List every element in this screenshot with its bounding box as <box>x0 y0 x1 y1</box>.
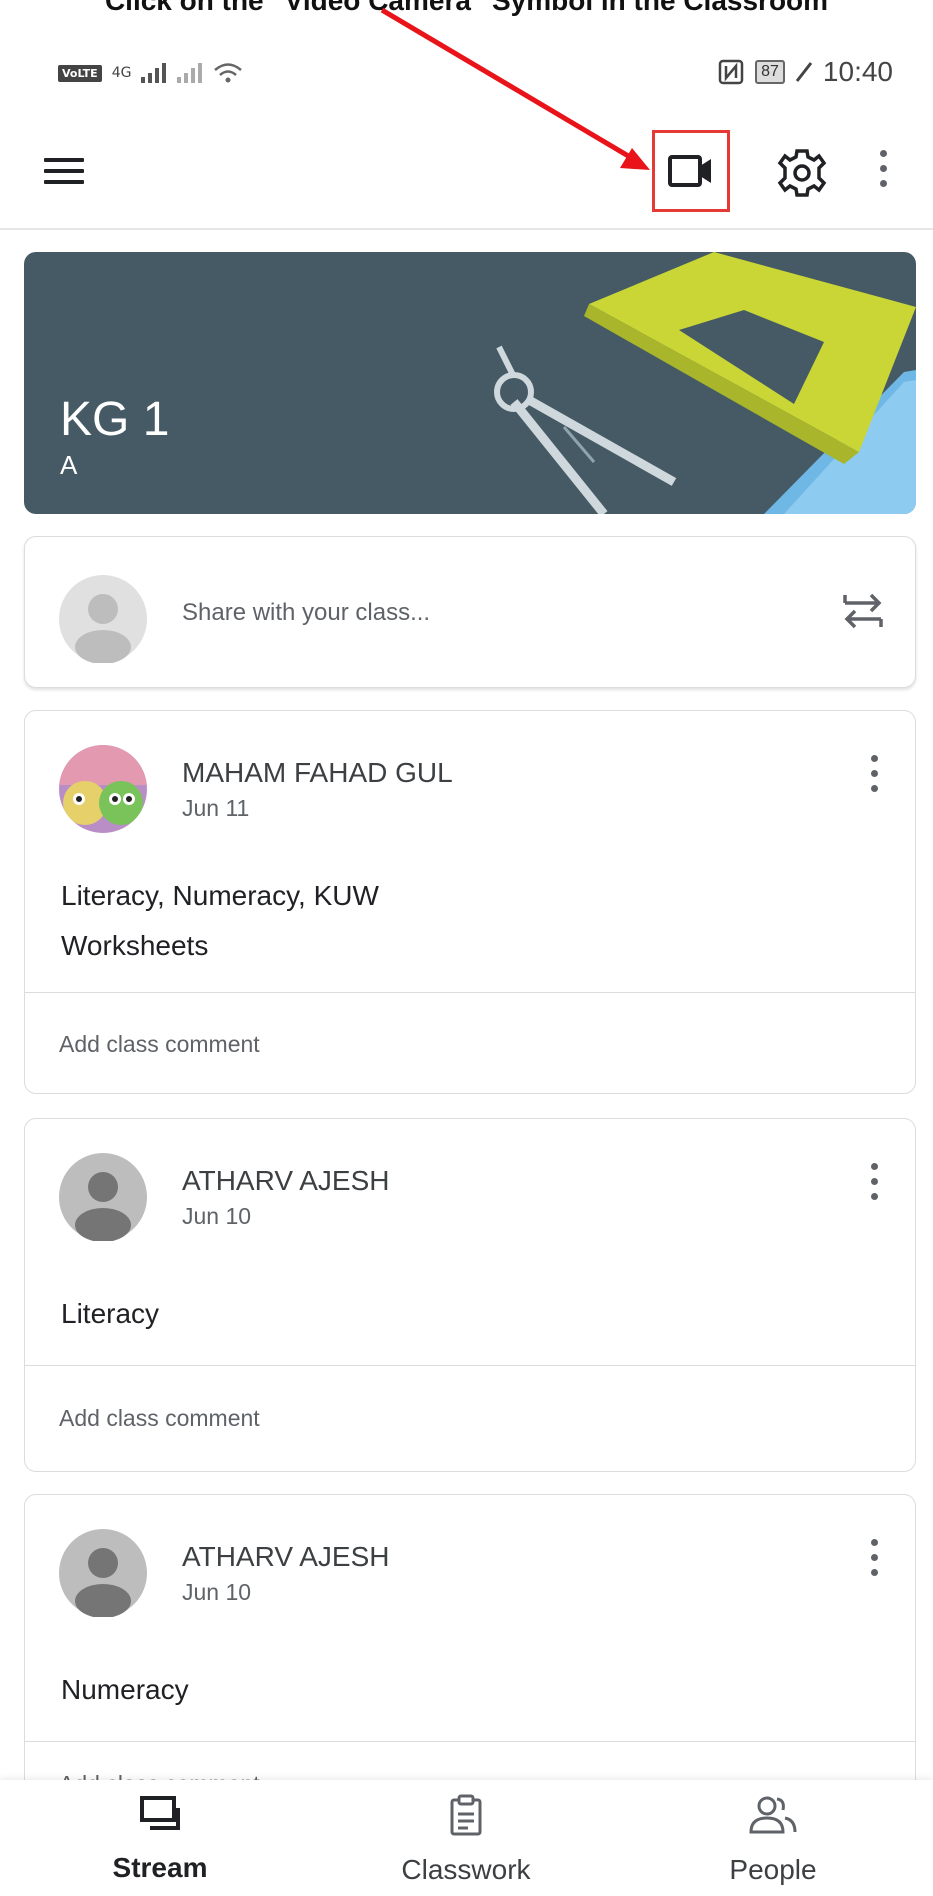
share-with-class-box[interactable]: Share with your class... <box>24 536 916 688</box>
post-body[interactable]: Numeracy <box>61 1665 189 1715</box>
charging-leaf-icon <box>795 62 813 82</box>
repost-icon[interactable] <box>839 585 887 637</box>
instruction-caption: Click on the "Video Camera" Symbol in th… <box>0 0 933 22</box>
volte-badge: VoLTE <box>58 64 102 82</box>
divider <box>25 992 915 993</box>
post-more-options-icon[interactable] <box>867 755 881 801</box>
battery-indicator: 87 <box>755 60 785 84</box>
author-avatar <box>59 1529 147 1617</box>
share-placeholder: Share with your class... <box>182 599 431 626</box>
settings-button[interactable] <box>775 146 829 200</box>
nav-label: People <box>729 1854 817 1885</box>
post-body[interactable]: Literacy <box>61 1289 159 1339</box>
stream-post: MAHAM FAHAD GUL Jun 11 Literacy, Numerac… <box>24 710 916 1094</box>
instruction-caption-text: Click on the "Video Camera" Symbol in th… <box>104 0 829 16</box>
stream-icon <box>140 1796 180 1830</box>
geometry-tools-illustration <box>494 252 916 514</box>
status-bar: VoLTE 4G 87 10:40 <box>0 52 933 98</box>
post-body-line: Numeracy <box>61 1674 189 1705</box>
hamburger-menu-icon[interactable] <box>44 158 84 186</box>
post-date: Jun 10 <box>182 1203 252 1229</box>
post-more-options-icon[interactable] <box>867 1539 881 1585</box>
signal-icon <box>141 63 167 83</box>
post-body[interactable]: Literacy, Numeracy, KUW Worksheets <box>61 871 379 971</box>
post-date: Jun 11 <box>182 795 250 821</box>
clock-time: 10:40 <box>822 56 893 87</box>
nav-classwork[interactable]: Classwork <box>346 1780 586 1896</box>
user-avatar-icon <box>59 575 147 663</box>
video-camera-icon <box>668 155 711 187</box>
author-avatar <box>59 745 147 833</box>
divider <box>25 1365 915 1366</box>
bottom-navigation: Stream Classwork People <box>0 1780 933 1896</box>
people-icon <box>749 1796 797 1834</box>
class-title: KG 1 <box>60 393 170 446</box>
classroom-screen: Click on the "Video Camera" Symbol in th… <box>0 0 933 1896</box>
nav-label: Stream <box>112 1852 208 1883</box>
post-more-options-icon[interactable] <box>867 1163 881 1209</box>
post-body-line: Worksheets <box>61 930 209 961</box>
nfc-icon <box>718 59 744 85</box>
network-label: 4G <box>111 65 132 81</box>
nav-stream[interactable]: Stream <box>40 1780 280 1896</box>
post-body-line: Literacy, Numeracy, KUW <box>61 880 379 911</box>
class-banner[interactable]: KG 1 A <box>24 252 916 514</box>
wifi-icon <box>214 63 243 83</box>
post-author: MAHAM FAHAD GUL <box>182 757 453 788</box>
video-camera-button[interactable] <box>652 130 730 212</box>
status-right: 87 10:40 <box>717 56 893 88</box>
post-author: ATHARV AJESH <box>182 1541 390 1572</box>
post-date: Jun 10 <box>182 1579 252 1605</box>
clipboard-icon <box>450 1794 482 1836</box>
class-section: A <box>60 450 78 480</box>
app-bar <box>0 120 933 230</box>
more-options-icon[interactable] <box>876 150 890 196</box>
post-author: ATHARV AJESH <box>182 1165 390 1196</box>
author-avatar <box>59 1153 147 1241</box>
stream-post: ATHARV AJESH Jun 10 Literacy Add class c… <box>24 1118 916 1472</box>
divider <box>25 1741 915 1742</box>
add-comment-field[interactable]: Add class comment <box>59 1031 260 1058</box>
signal-off-icon <box>177 63 203 83</box>
add-comment-field[interactable]: Add class comment <box>59 1405 260 1432</box>
nav-people[interactable]: People <box>653 1780 893 1896</box>
post-body-line: Literacy <box>61 1298 160 1329</box>
nav-label: Classwork <box>401 1854 531 1885</box>
gear-icon <box>777 149 827 197</box>
status-left: VoLTE 4G <box>58 62 243 84</box>
